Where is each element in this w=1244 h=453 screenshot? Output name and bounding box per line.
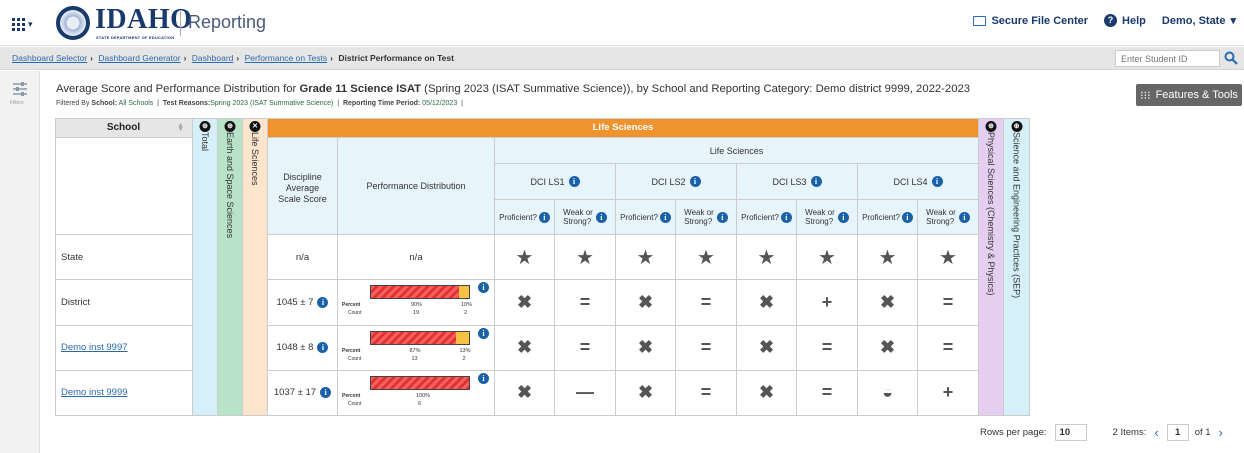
- secure-file-center-label: Secure File Center: [991, 14, 1089, 27]
- logo-text: IDAHO: [95, 4, 193, 35]
- school-filter-label: School:: [91, 100, 118, 107]
- rows-per-page-select[interactable]: 10: [1054, 424, 1087, 441]
- prev-page-icon[interactable]: ‹: [1154, 425, 1158, 440]
- chevron-down-icon: ▾: [1230, 15, 1236, 27]
- apps-menu-button[interactable]: ▾: [12, 14, 40, 34]
- title-test: Grade 11 Science ISAT: [299, 83, 422, 95]
- app-name: Reporting: [188, 12, 267, 32]
- breadcrumb-dashboard[interactable]: Dashboard: [192, 53, 234, 63]
- breadcrumb: Dashboard Selector › Dashboard Generator ›…: [12, 53, 454, 63]
- pagination: Rows per page: 10 2 Items: ‹ 1 of 1 ›: [980, 424, 1231, 441]
- secure-file-center-link[interactable]: Secure File Center: [973, 15, 1088, 27]
- folder-icon: [973, 15, 987, 26]
- test-reasons-label: Test Reasons:: [162, 100, 211, 107]
- page-total: of 1: [1194, 427, 1211, 438]
- apps-grid-icon: [12, 17, 25, 31]
- state-seal-logo: [56, 6, 90, 40]
- breadcrumb-dashboard-selector[interactable]: Dashboard Selector: [12, 53, 87, 63]
- title-suffix: (Spring 2023 (ISAT Summative Science)), …: [421, 83, 971, 95]
- next-page-icon[interactable]: ›: [1219, 425, 1223, 440]
- features-tools-label: Features & Tools: [1155, 89, 1238, 101]
- logo-subtitle: STATE DEPARTMENT OF EDUCATION: [96, 35, 175, 40]
- breadcrumb-performance-on-tests[interactable]: Performance on Tests: [245, 53, 328, 63]
- filter-summary: Filtered By School: All Schools | Test R…: [56, 100, 463, 107]
- items-count: 2 Items:: [1112, 427, 1147, 438]
- test-reasons-value: Spring 2023 (ISAT Summative Science): [210, 100, 334, 107]
- title-prefix: Average Score and Performance Distributi…: [56, 83, 300, 95]
- filtered-by-label: Filtered By: [56, 100, 90, 107]
- student-id-input[interactable]: [1115, 50, 1220, 67]
- period-value: 05/12/2023: [422, 100, 458, 107]
- filter-sliders-icon[interactable]: [12, 81, 28, 97]
- apps-grid-icon: ⁝⁝⁝: [1140, 89, 1151, 102]
- search-icon[interactable]: [1224, 51, 1238, 65]
- rows-per-page-label: Rows per page:: [980, 427, 1047, 438]
- chevron-down-icon: ▾: [28, 18, 33, 29]
- features-tools-button[interactable]: ⁝⁝⁝ Features & Tools: [1136, 84, 1242, 106]
- rail-label: Filters: [10, 100, 24, 106]
- page-number-input[interactable]: 1: [1166, 424, 1189, 441]
- app-header: ▾ IDAHO STATE DEPARTMENT OF EDUCATION Re…: [0, 0, 1244, 46]
- user-name: Demo, State: [1161, 14, 1226, 27]
- help-icon: ?: [1104, 14, 1118, 27]
- breadcrumb-dashboard-generator[interactable]: Dashboard Generator: [98, 53, 180, 63]
- user-menu[interactable]: Demo, State ▾: [1161, 14, 1236, 28]
- logo-divider: [180, 10, 181, 36]
- left-rail: Filters: [0, 71, 40, 453]
- report-title: Average Score and Performance Distributi…: [56, 83, 970, 95]
- period-label: Reporting Time Period:: [342, 100, 421, 107]
- school-filter-value: All Schools: [118, 100, 154, 107]
- help-label: Help: [1122, 14, 1146, 27]
- breadcrumb-current: District Performance on Test: [338, 53, 454, 63]
- breadcrumb-bar: Dashboard Selector › Dashboard Generator ›…: [0, 47, 1244, 70]
- table-frame: [55, 118, 1030, 416]
- performance-table: School ▲ ▼ ⊕ Total ⊕ Earth and Space Scie…: [55, 118, 1030, 416]
- help-link[interactable]: ? Help: [1104, 14, 1146, 27]
